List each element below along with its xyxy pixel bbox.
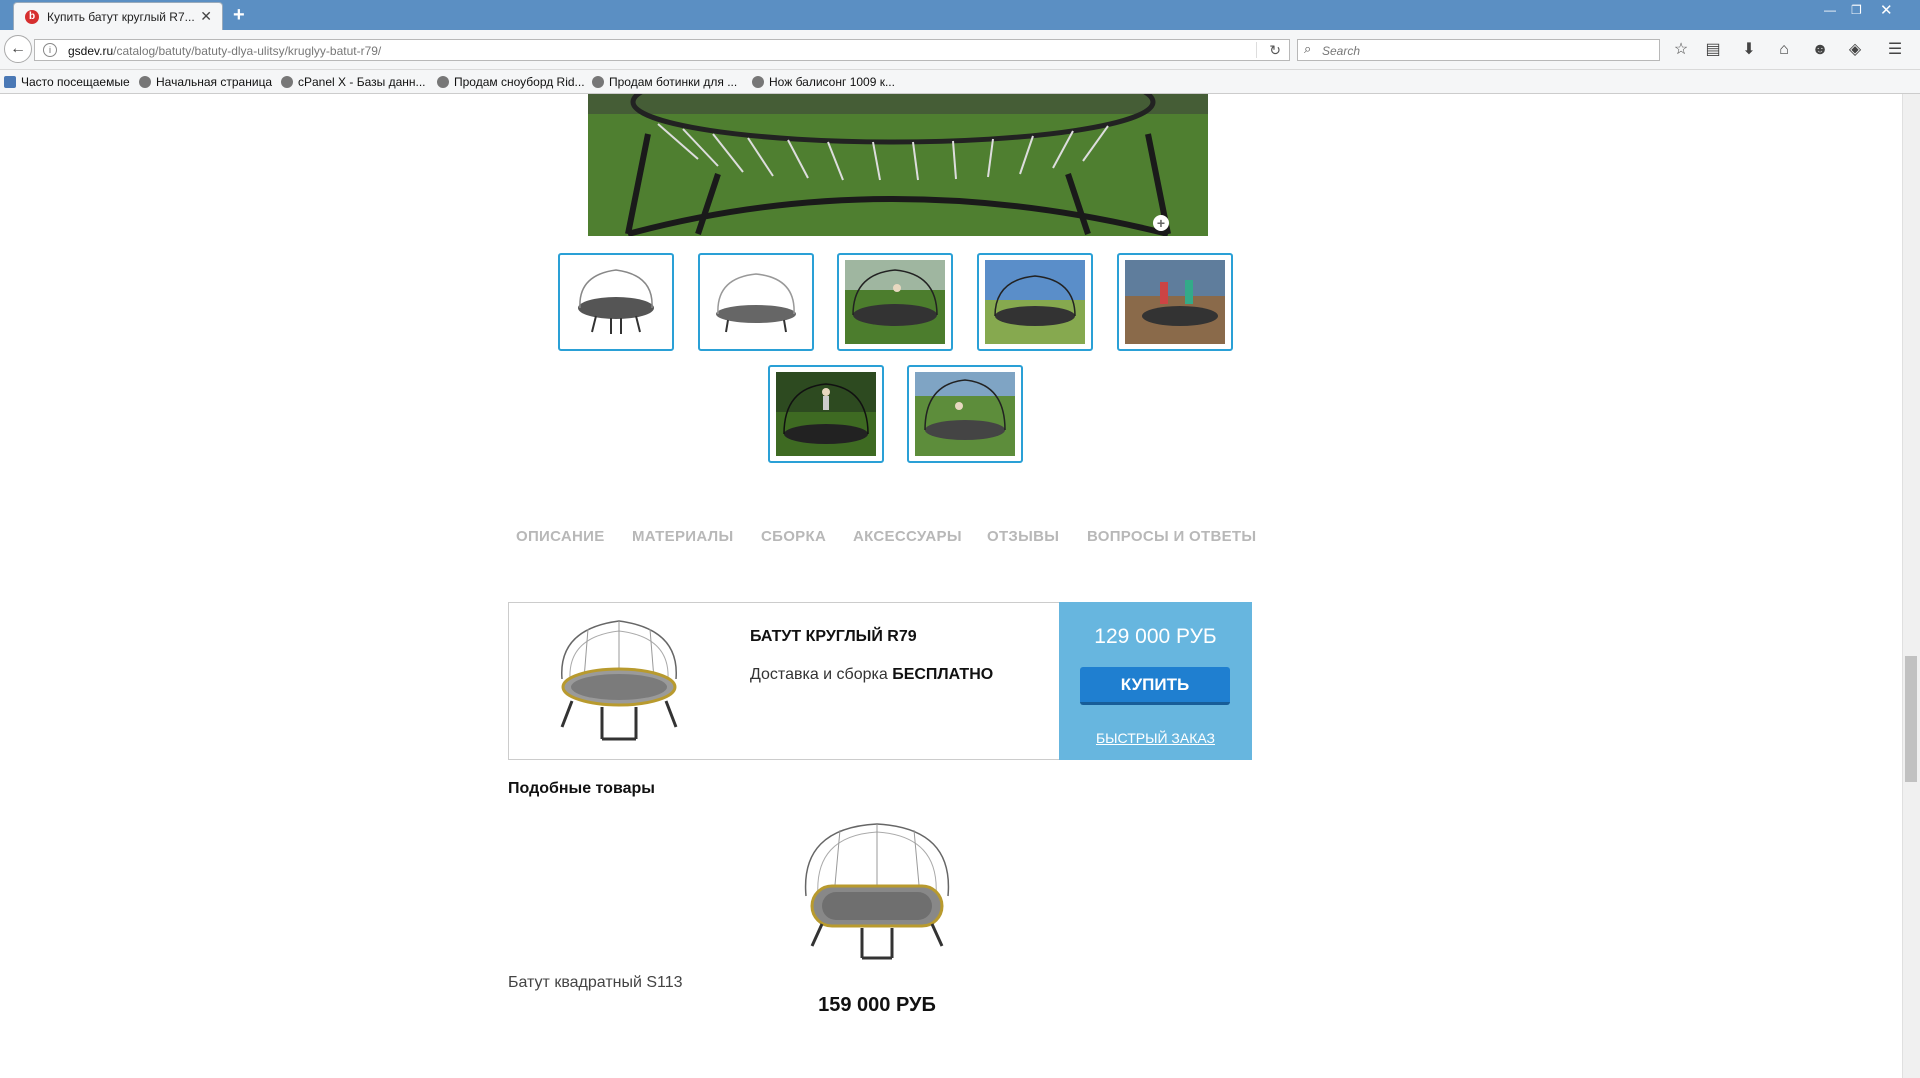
bookmark-label: Продам ботинки для ...: [609, 75, 738, 89]
buybox-title: БАТУТ КРУГЛЫЙ R79: [750, 628, 917, 645]
gallery-thumbnail[interactable]: [1117, 253, 1233, 351]
buybox-price: 129 000 РУБ: [1094, 625, 1217, 648]
bookmark-star-icon[interactable]: ☆: [1670, 39, 1692, 61]
browser-tab[interactable]: b Купить батут круглый R7... ✕: [13, 2, 223, 30]
pocket-icon[interactable]: ◈: [1844, 39, 1866, 61]
similar-products-heading: Подобные товары: [508, 780, 655, 797]
site-info-icon[interactable]: i: [43, 43, 57, 57]
site-favicon-icon: b: [25, 10, 39, 24]
zoom-plus-icon[interactable]: +: [1153, 215, 1169, 231]
gallery-thumbnail[interactable]: [558, 253, 674, 351]
bookmark-item[interactable]: cPanel X - Базы данн...: [281, 75, 426, 89]
url-text: gsdev.ru/catalog/batuty/batuty-dlya-ulit…: [68, 44, 381, 58]
bookmark-label: Продам сноуборд Rid...: [454, 75, 585, 89]
bookmark-folder-icon: [4, 76, 16, 88]
bookmark-label: Часто посещаемые: [21, 75, 130, 89]
delivery-text: Доставка и сборка: [750, 666, 888, 683]
product-main-image[interactable]: [588, 94, 1208, 236]
bookmark-item[interactable]: Продам ботинки для ...: [592, 75, 737, 89]
browser-titlebar: b Купить батут круглый R7... ✕ + — ❐ ✕: [0, 0, 1920, 30]
globe-icon: [139, 76, 151, 88]
similar-product-image[interactable]: [792, 816, 962, 966]
menu-icon[interactable]: ☰: [1884, 39, 1906, 61]
gallery-thumbnail[interactable]: [907, 365, 1023, 463]
window-minimize-icon[interactable]: —: [1824, 3, 1836, 17]
gallery-thumbnail[interactable]: [977, 253, 1093, 351]
similar-product-name[interactable]: Батут квадратный S113: [508, 974, 683, 992]
search-placeholder: Search: [1322, 44, 1361, 58]
url-path: /catalog/batuty/batuty-dlya-ulitsy/krugl…: [113, 44, 382, 58]
window-restore-icon[interactable]: ❐: [1851, 3, 1862, 17]
url-divider: [1256, 42, 1257, 58]
quick-order-link[interactable]: БЫСТРЫЙ ЗАКАЗ: [1059, 730, 1252, 746]
tab-close-icon[interactable]: ✕: [200, 8, 212, 25]
tab-reviews[interactable]: ОТЗЫВЫ: [987, 528, 1059, 545]
similar-product-price: 159 000 РУБ: [818, 994, 936, 1016]
hello-icon[interactable]: ☻: [1809, 39, 1831, 61]
url-host: gsdev.ru: [68, 44, 114, 58]
tab-accessories[interactable]: АКСЕССУАРЫ: [853, 528, 962, 545]
gallery-thumbnail[interactable]: [837, 253, 953, 351]
tab-description[interactable]: ОПИСАНИЕ: [516, 528, 605, 545]
tab-questions-answers[interactable]: ВОПРОСЫ И ОТВЕТЫ: [1087, 528, 1256, 545]
bookmark-label: Нож балисонг 1009 к...: [769, 75, 895, 89]
scrollbar-thumb[interactable]: [1905, 656, 1917, 782]
tab-materials[interactable]: МАТЕРИАЛЫ: [632, 528, 733, 545]
tab-title: Купить батут круглый R7...: [47, 10, 195, 24]
globe-icon: [752, 76, 764, 88]
download-icon[interactable]: ⬇: [1738, 39, 1760, 61]
bookmark-item[interactable]: Продам сноуборд Rid...: [437, 75, 585, 89]
url-bar[interactable]: i gsdev.ru/catalog/batuty/batuty-dlya-ul…: [34, 39, 1290, 61]
browser-navbar: ← i gsdev.ru/catalog/batuty/batuty-dlya-…: [0, 30, 1920, 70]
scrollbar[interactable]: [1902, 94, 1920, 1078]
window-close-icon[interactable]: ✕: [1880, 1, 1893, 19]
reading-list-icon[interactable]: ▤: [1702, 39, 1724, 61]
new-tab-icon[interactable]: +: [233, 4, 245, 27]
search-input[interactable]: ⌕ Search: [1297, 39, 1660, 61]
bookmark-label: Начальная страница: [156, 75, 273, 89]
globe-icon: [437, 76, 449, 88]
bookmark-item[interactable]: Начальная страница: [139, 75, 272, 89]
bookmark-item[interactable]: Часто посещаемые: [4, 75, 130, 89]
buybox-delivery: Доставка и сборка БЕСПЛАТНО: [750, 666, 993, 684]
bookmarks-bar: Часто посещаемые Начальная страница cPan…: [0, 70, 1920, 94]
search-icon: ⌕: [1304, 41, 1312, 56]
delivery-free: БЕСПЛАТНО: [892, 666, 994, 683]
buy-button[interactable]: КУПИТЬ: [1080, 667, 1230, 705]
bookmark-item[interactable]: Нож балисонг 1009 к...: [752, 75, 895, 89]
bookmark-label: cPanel X - Базы данн...: [298, 75, 426, 89]
gallery-thumbnail[interactable]: [768, 365, 884, 463]
globe-icon: [592, 76, 604, 88]
tab-assembly[interactable]: СБОРКА: [761, 528, 826, 545]
home-icon[interactable]: ⌂: [1773, 39, 1795, 61]
globe-icon: [281, 76, 293, 88]
buybox-product-image: [548, 609, 690, 749]
gallery-thumbnail[interactable]: [698, 253, 814, 351]
page-content: + ОПИСАНИЕ МАТЕРИАЛЫ СБОРКА АКСЕССУАРЫ О…: [0, 94, 1902, 1078]
reload-icon[interactable]: ↻: [1269, 42, 1281, 59]
back-icon[interactable]: ←: [4, 35, 32, 63]
